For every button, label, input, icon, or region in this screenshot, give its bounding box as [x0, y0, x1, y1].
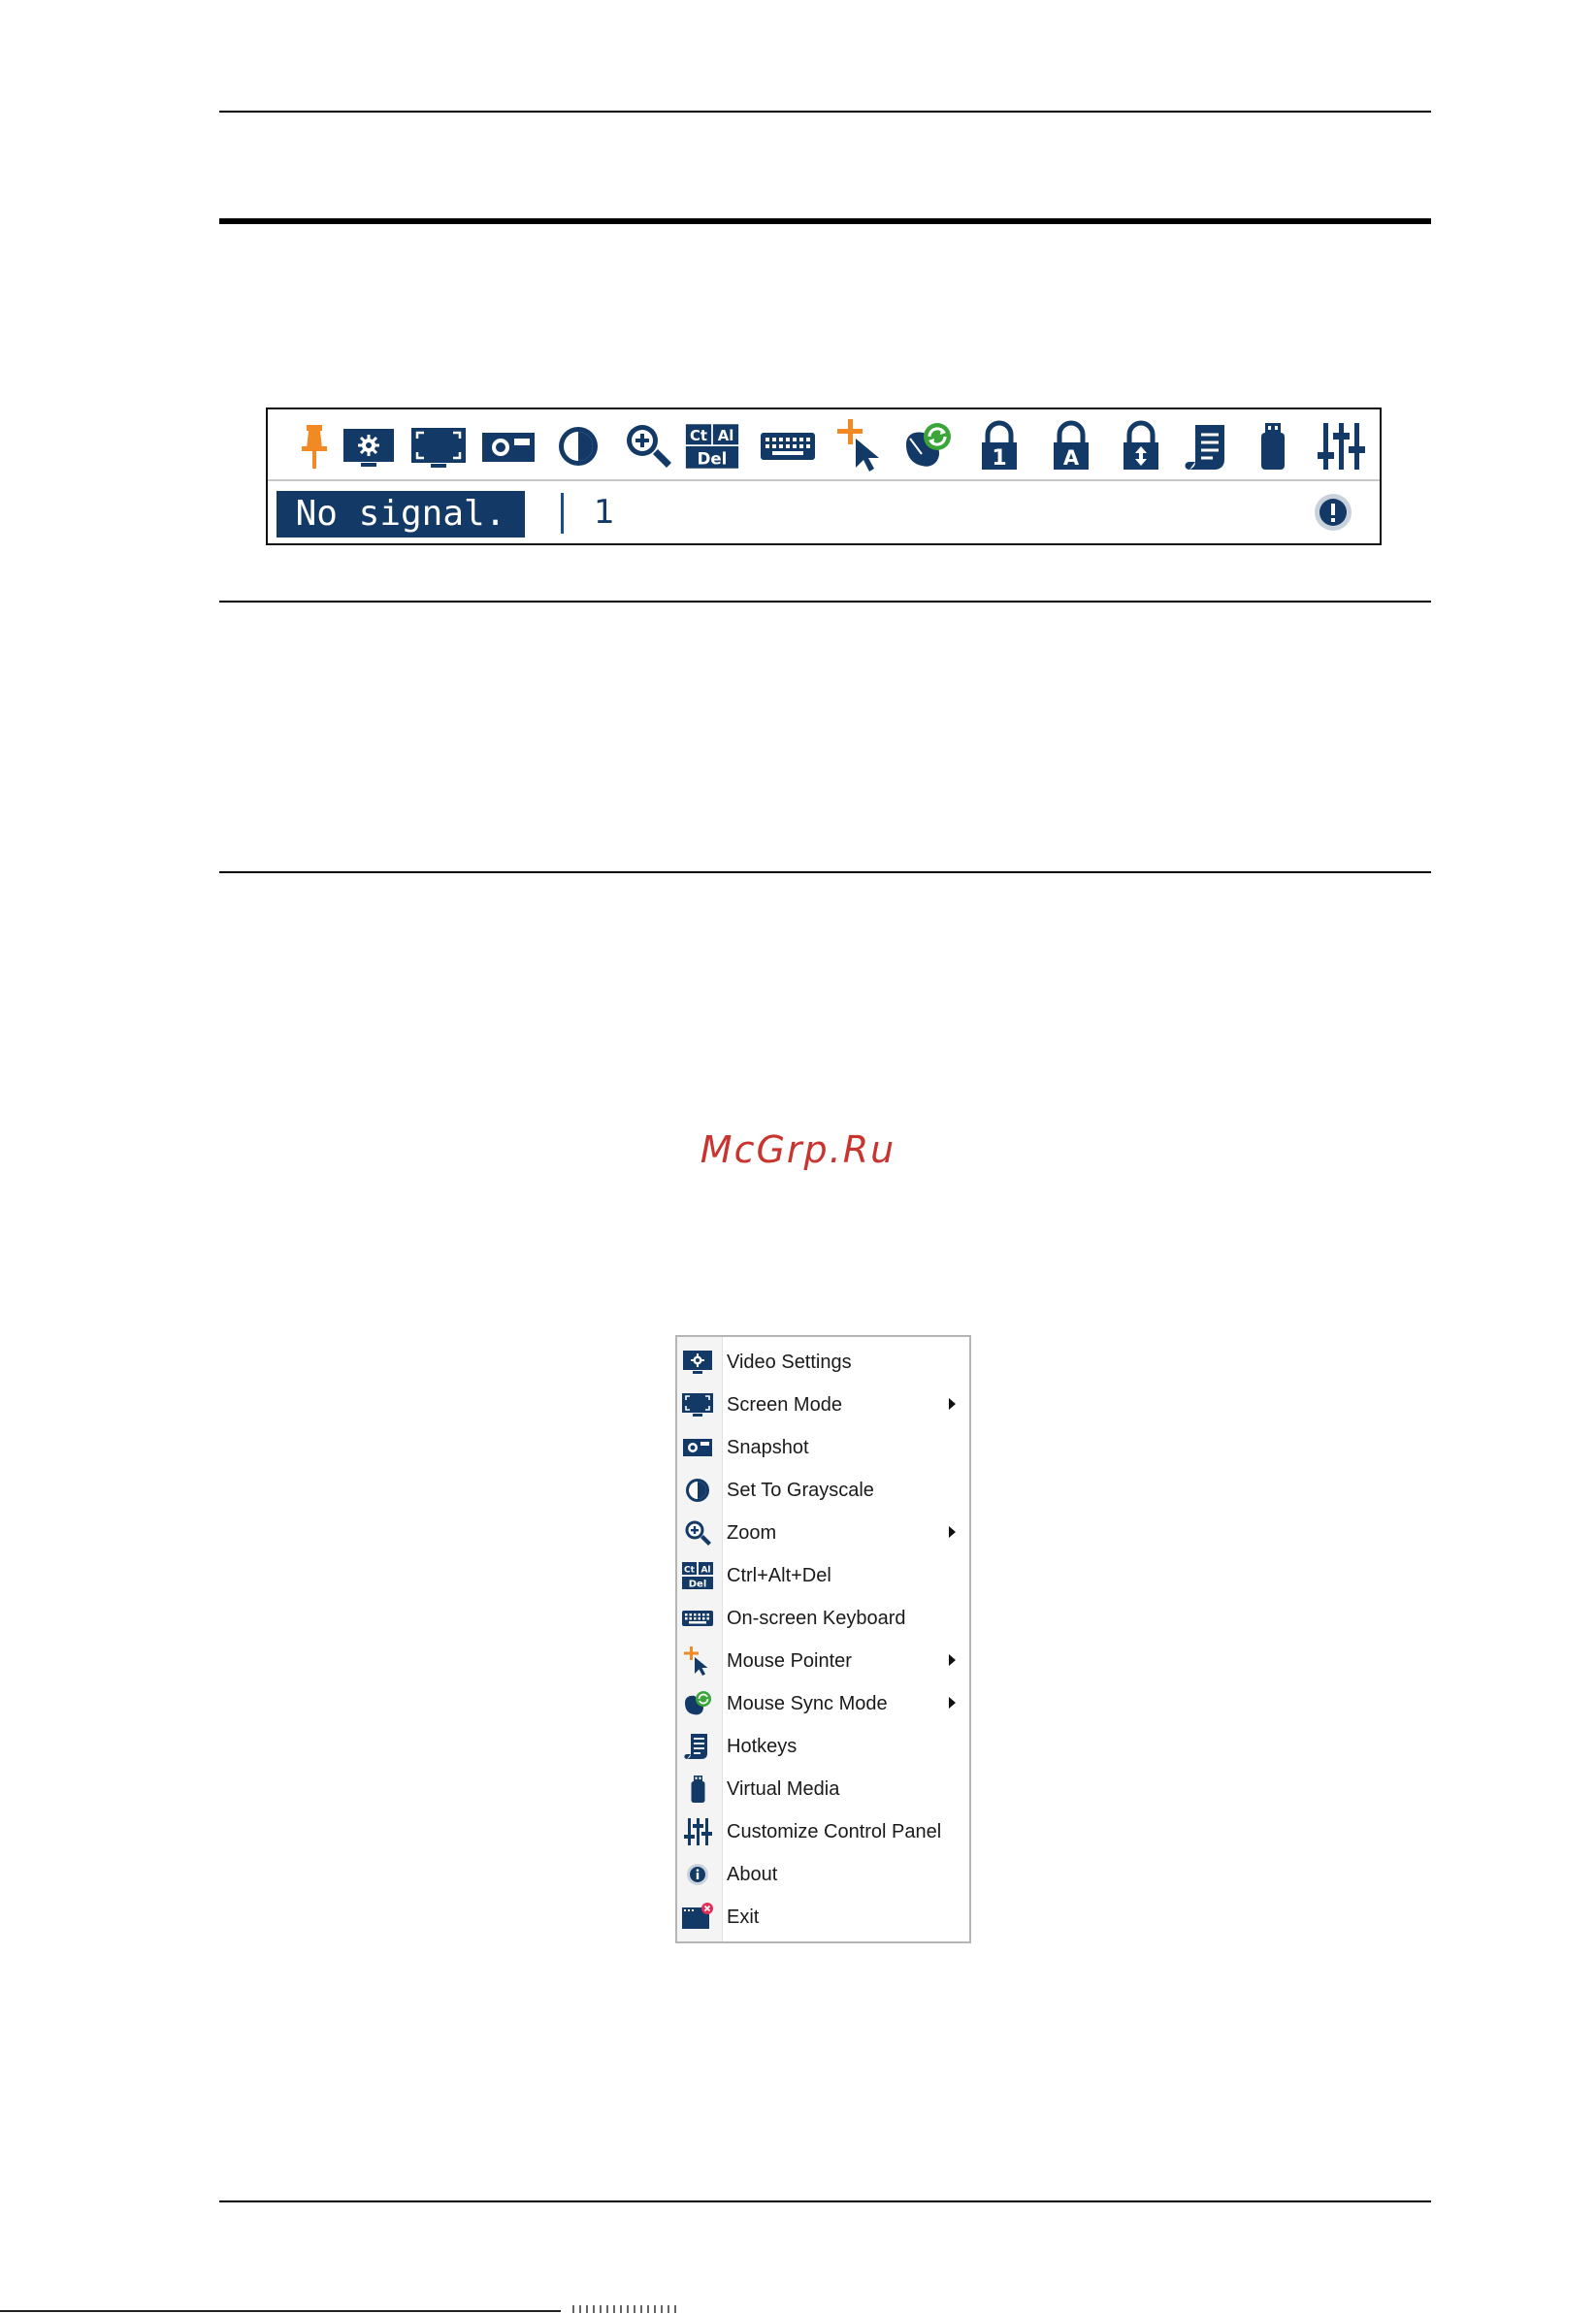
menu-item-label: Virtual Media: [727, 1778, 840, 1800]
control-panel-toolbar: Ct Al Del 1 A No signal. 1: [266, 407, 1382, 545]
ctrl-key-label: Ct: [690, 427, 707, 444]
menu-item-customize-control-panel[interactable]: Customize Control Panel: [677, 1810, 969, 1853]
exit-icon: [682, 1903, 713, 1929]
status-message: No signal.: [277, 491, 525, 538]
submenu-arrow-icon: [949, 1654, 956, 1666]
menu-item-virtual-media[interactable]: Virtual Media: [677, 1768, 969, 1810]
hotkeys-icon[interactable]: [1180, 419, 1234, 473]
screen-mode-icon: [682, 1393, 713, 1417]
submenu-arrow-icon: [949, 1398, 956, 1410]
status-divider: [561, 493, 564, 534]
mouse-sync-icon[interactable]: [900, 419, 955, 473]
footer-bottom-rule: [0, 2310, 561, 2312]
menu-item-label: Ctrl+Alt+Del: [727, 1565, 831, 1586]
video-settings-icon[interactable]: [342, 419, 396, 473]
lock-num-icon[interactable]: 1: [972, 419, 1026, 473]
footer-barcode-mark: [572, 2305, 681, 2313]
snapshot-icon: [683, 1439, 712, 1456]
menu-item-about[interactable]: About: [677, 1853, 969, 1896]
menu-item-label: Screen Mode: [727, 1394, 842, 1416]
grayscale-icon[interactable]: [551, 419, 605, 473]
header-rule-thick: [219, 218, 1431, 224]
customize-panel-icon: [684, 1818, 712, 1845]
screen-mode-icon[interactable]: [411, 419, 466, 473]
grayscale-icon: [686, 1479, 709, 1502]
menu-item-label: Video Settings: [727, 1352, 852, 1373]
menu-item-screen-mode[interactable]: Screen Mode: [677, 1384, 969, 1426]
virtual-media-icon[interactable]: [1246, 419, 1300, 473]
menu-item-label: Snapshot: [727, 1437, 809, 1458]
customize-panel-icon[interactable]: [1314, 419, 1368, 473]
video-settings-icon: [683, 1351, 712, 1374]
alt-key-label: Al: [718, 427, 734, 444]
pin-icon[interactable]: [287, 419, 342, 473]
toolbar-icon-row: Ct Al Del 1 A: [268, 409, 1380, 479]
zoom-icon[interactable]: [621, 419, 675, 473]
keyboard-icon: [682, 1611, 713, 1626]
menu-item-zoom[interactable]: Zoom: [677, 1512, 969, 1554]
section-rule-1: [219, 601, 1431, 603]
mouse-sync-icon: [685, 1691, 711, 1715]
menu-item-mouse-sync-mode[interactable]: Mouse Sync Mode: [677, 1682, 969, 1725]
zoom-icon: [685, 1520, 711, 1546]
info-icon: [687, 1864, 708, 1885]
menu-item-ctrl-alt-del[interactable]: Ct Al Del Ctrl+Alt+Del: [677, 1554, 969, 1597]
menu-item-label: Exit: [727, 1907, 760, 1928]
submenu-arrow-icon: [949, 1697, 956, 1709]
menu-item-label: Zoom: [727, 1522, 777, 1544]
menu-item-set-to-grayscale[interactable]: Set To Grayscale: [677, 1469, 969, 1512]
submenu-arrow-icon: [949, 1526, 956, 1538]
onscreen-keyboard-icon[interactable]: [761, 419, 815, 473]
toolbar-status-row: No signal. 1: [268, 481, 1380, 545]
header-rule-top: [219, 111, 1431, 113]
lock-scroll-icon[interactable]: [1114, 419, 1168, 473]
snapshot-icon[interactable]: [481, 419, 536, 473]
ctrl-alt-del-icon: Ct Al Del: [682, 1562, 713, 1590]
info-icon[interactable]: [1313, 492, 1353, 533]
menu-item-hotkeys[interactable]: Hotkeys: [677, 1725, 969, 1768]
menu-item-label: Set To Grayscale: [727, 1480, 874, 1501]
mouse-pointer-icon[interactable]: [834, 419, 889, 473]
control-panel-context-menu: Video Settings Screen Mode Snapshot Set …: [675, 1335, 971, 1943]
watermark: McGrp.Ru: [700, 1128, 896, 1171]
mouse-pointer-icon: [684, 1646, 708, 1676]
menu-item-on-screen-keyboard[interactable]: On-screen Keyboard: [677, 1597, 969, 1640]
footer-rule: [219, 2200, 1431, 2202]
caps-lock-label: A: [1063, 446, 1080, 470]
lock-caps-icon[interactable]: A: [1044, 419, 1098, 473]
virtual-media-icon: [691, 1776, 705, 1803]
del-key-label: Del: [698, 449, 728, 468]
menu-item-snapshot[interactable]: Snapshot: [677, 1426, 969, 1469]
menu-item-label: Mouse Pointer: [727, 1650, 852, 1672]
del-key-label: Del: [689, 1580, 707, 1590]
menu-item-label: Hotkeys: [727, 1736, 798, 1757]
status-port-number: 1: [594, 493, 615, 532]
alt-key-label: Al: [700, 1566, 710, 1576]
menu-item-exit[interactable]: Exit: [677, 1896, 969, 1939]
menu-item-label: Customize Control Panel: [727, 1821, 942, 1842]
menu-item-mouse-pointer[interactable]: Mouse Pointer: [677, 1640, 969, 1682]
menu-item-video-settings[interactable]: Video Settings: [677, 1341, 969, 1384]
menu-item-label: On-screen Keyboard: [727, 1608, 906, 1629]
section-rule-2: [219, 871, 1431, 873]
ctrl-alt-del-icon[interactable]: Ct Al Del: [685, 419, 739, 473]
hotkeys-icon: [684, 1734, 707, 1759]
menu-item-label: Mouse Sync Mode: [727, 1693, 888, 1714]
num-lock-label: 1: [992, 446, 1006, 471]
menu-item-label: About: [727, 1864, 778, 1885]
ctrl-key-label: Ct: [684, 1566, 696, 1576]
